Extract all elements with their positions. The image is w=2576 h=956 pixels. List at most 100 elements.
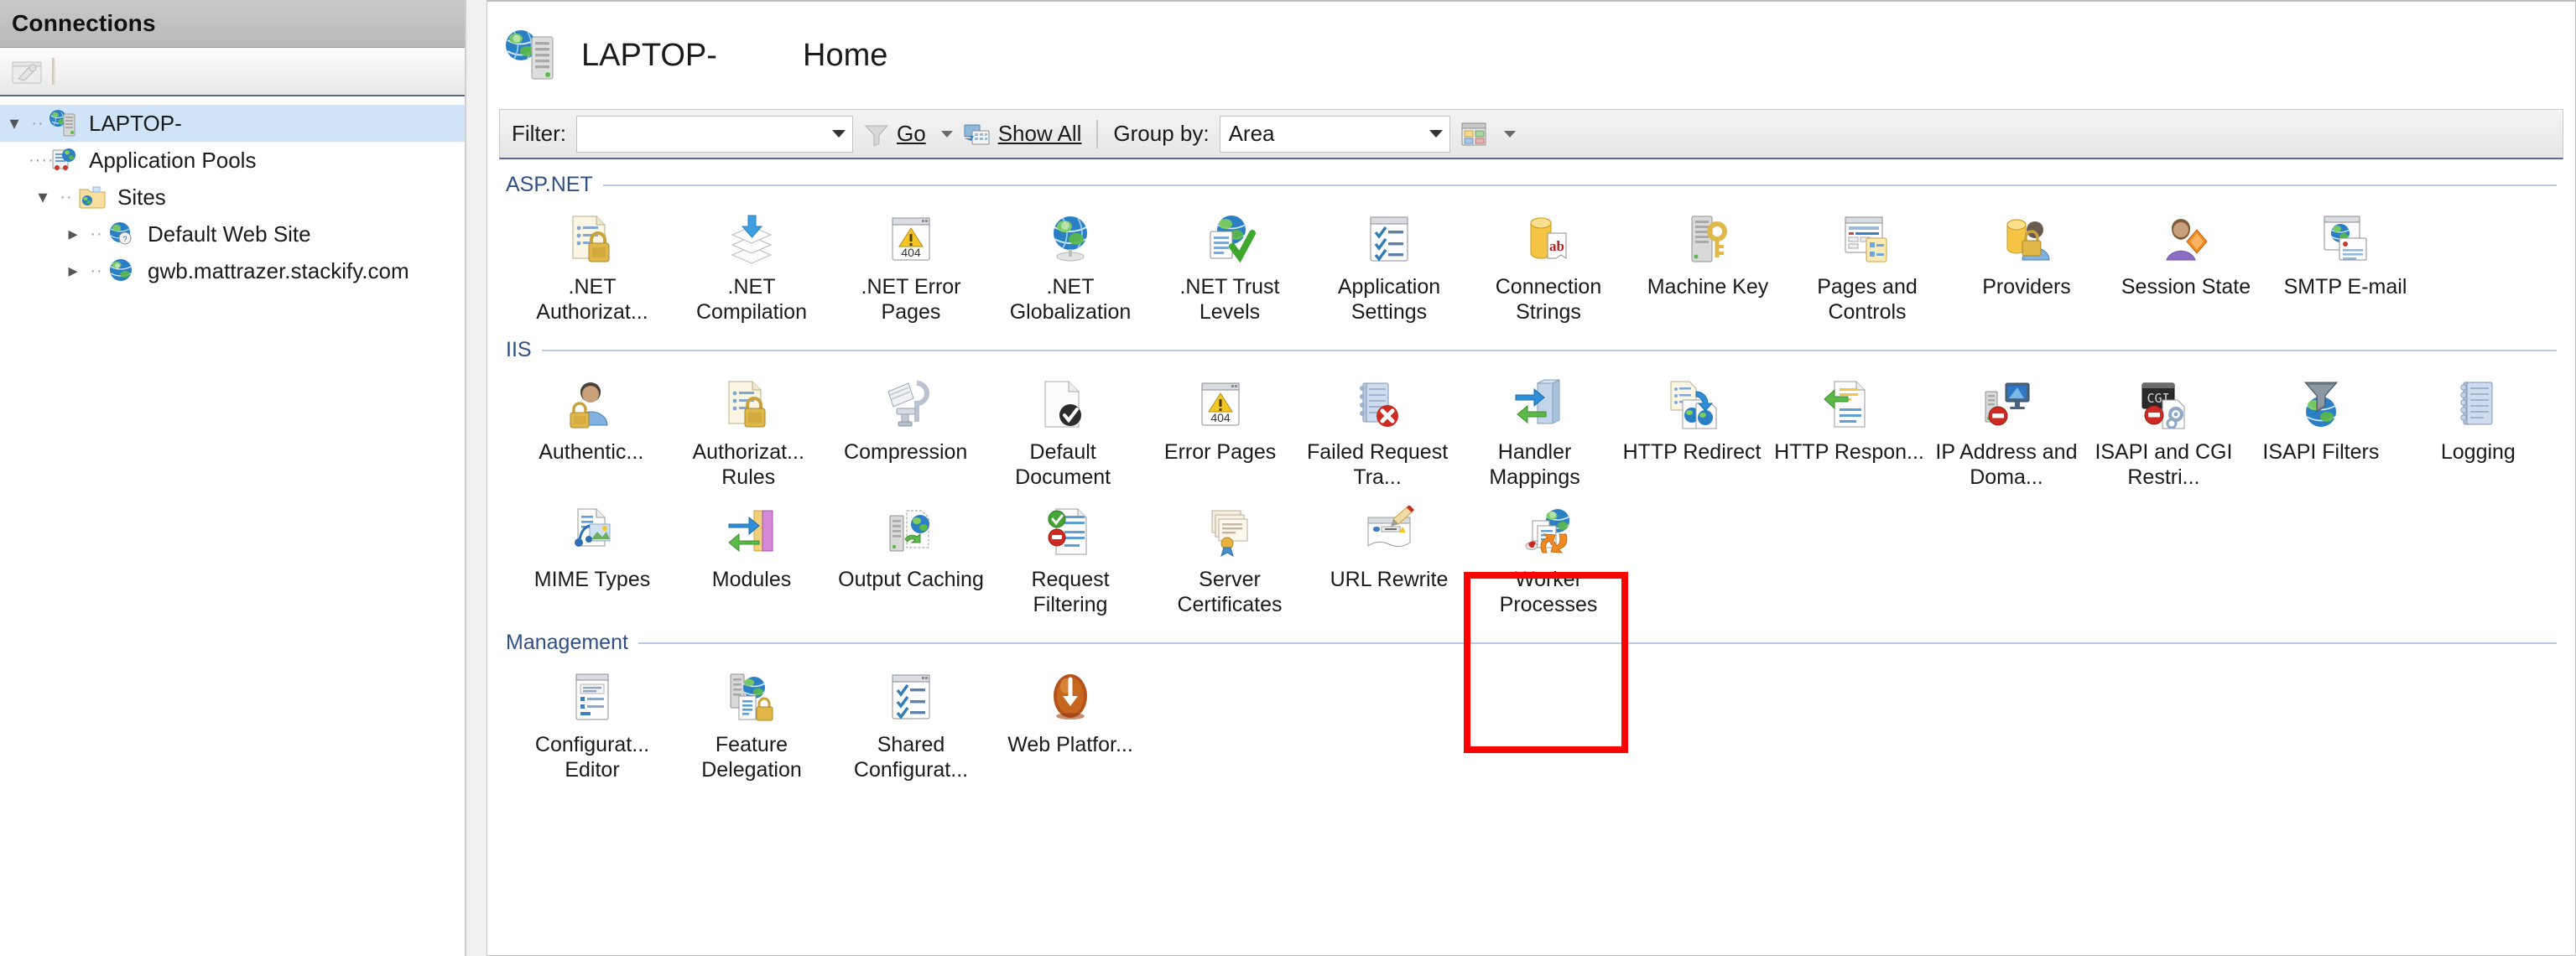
feature-ip-address-and-domain-restrictions[interactable]: IP Address and Doma... — [1928, 362, 2084, 490]
feature-label: Shared Configurat... — [853, 733, 969, 782]
feature-request-filtering[interactable]: Request Filtering — [991, 490, 1150, 617]
tree-item-application-pools[interactable]: ···· Application Pools — [0, 142, 465, 179]
application-settings-icon — [1361, 210, 1418, 268]
feature-label: .NET Compilation — [695, 275, 807, 324]
feature-error-pages[interactable]: 404 Error Pages — [1142, 362, 1298, 490]
chevron-down-icon[interactable] — [940, 130, 953, 138]
net-authorization-rules-icon — [564, 210, 621, 268]
feature-modules[interactable]: Modules — [672, 490, 831, 617]
default-document-icon — [1034, 376, 1091, 433]
feature-label: Web Platfor... — [1007, 733, 1133, 756]
go-button[interactable]: Go — [863, 121, 953, 147]
server-globe-icon — [502, 25, 563, 86]
logging-icon — [2449, 376, 2506, 433]
feature-shared-configuration[interactable]: Shared Configurat... — [831, 655, 991, 782]
feature-authorization-rules[interactable]: Authorizat... Rules — [669, 362, 826, 490]
feature-net-trust-levels[interactable]: .NET Trust Levels — [1150, 197, 1309, 325]
authorization-rules-icon — [720, 376, 777, 433]
feature-row: MIME Types Modules Output Caching Reques… — [506, 490, 2557, 617]
feature-pages-and-controls[interactable]: Pages and Controls — [1788, 197, 1947, 325]
view-mode-button[interactable] — [1460, 121, 1516, 148]
feature-web-platform-installer[interactable]: Web Platfor... — [991, 655, 1150, 782]
show-all-icon — [963, 122, 991, 147]
connections-title: Connections — [12, 10, 156, 36]
feature-label: Modules — [711, 568, 792, 591]
chevron-right-icon[interactable]: ▸ — [59, 223, 87, 245]
feature-label: ISAPI Filters — [2262, 440, 2380, 464]
show-all-label[interactable]: Show All — [998, 121, 1082, 147]
feature-label: Machine Key — [1647, 275, 1769, 299]
chevron-down-icon[interactable]: ▾ — [0, 112, 29, 134]
shared-configuration-icon — [882, 668, 939, 725]
tree-item-sites[interactable]: ▾ ·· Sites — [0, 179, 465, 216]
content-pane: LAPTOP- Home Filter: Go Show All Group b… — [487, 0, 2576, 956]
feature-feature-delegation[interactable]: Feature Delegation — [672, 655, 831, 782]
feature-http-response-headers[interactable]: HTTP Respon... — [1771, 362, 1928, 490]
feature-providers[interactable]: Providers — [1947, 197, 2106, 325]
feature-mime-types[interactable]: MIME Types — [513, 490, 672, 617]
tree-item-default-web-site[interactable]: ▸ ·· ? Default Web Site — [0, 216, 465, 252]
chevron-right-icon[interactable]: ▸ — [59, 260, 87, 282]
group-by-select[interactable]: Area — [1219, 115, 1450, 153]
net-globalization-icon — [1042, 210, 1099, 268]
feature-machine-key[interactable]: Machine Key — [1628, 197, 1788, 325]
connect-to-server-icon[interactable] — [10, 55, 44, 87]
feature-output-caching[interactable]: Output Caching — [831, 490, 991, 617]
go-label[interactable]: Go — [897, 121, 926, 147]
feature-default-document[interactable]: Default Document — [984, 362, 1141, 490]
feature-net-error-pages[interactable]: 404 .NET Error Pages — [831, 197, 991, 325]
feature-session-state[interactable]: Session State — [2106, 197, 2266, 325]
tree-dots: ·· — [31, 113, 44, 132]
feature-label: URL Rewrite — [1330, 568, 1449, 591]
feature-url-rewrite[interactable]: URL Rewrite — [1309, 490, 1469, 617]
tree-dots: ·· — [90, 224, 103, 243]
http-response-headers-icon — [1820, 376, 1877, 433]
show-all-button[interactable]: Show All — [963, 121, 1082, 147]
authentication-icon — [563, 376, 620, 433]
group-divider — [637, 642, 2557, 644]
feature-compression[interactable]: Compression — [827, 362, 984, 490]
connection-strings-icon: ab — [1520, 210, 1577, 268]
chevron-down-icon[interactable]: ▾ — [29, 186, 57, 208]
feature-failed-request-tracing[interactable]: Failed Request Tra... — [1298, 362, 1455, 490]
toolbar-separator — [52, 58, 55, 85]
feature-http-redirect[interactable]: HTTP Redirect — [1613, 362, 1770, 490]
feature-authentication[interactable]: Authentic... — [513, 362, 669, 490]
connections-tree[interactable]: ▾ ·· LAPTOP- ···· Application Pools ▾ ··… — [0, 96, 465, 289]
chevron-down-icon[interactable] — [1503, 130, 1516, 138]
group-management: Management Configurat... Editor Feature … — [506, 631, 2557, 782]
filter-input[interactable] — [576, 115, 853, 153]
feature-handler-mappings[interactable]: Handler Mappings — [1456, 362, 1613, 490]
iis-manager-window: Connections ▾ ·· LAPTOP- ···· Applicatio… — [0, 0, 2576, 956]
feature-net-compilation[interactable]: .NET Compilation — [672, 197, 831, 325]
svg-text:ab: ab — [1549, 238, 1564, 254]
chevron-down-icon[interactable] — [1429, 130, 1443, 138]
feature-application-settings[interactable]: Application Settings — [1309, 197, 1469, 325]
feature-label: Application Settings — [1337, 275, 1441, 324]
feature-net-globalization[interactable]: .NET Globalization — [991, 197, 1150, 325]
tree-item-server[interactable]: ▾ ·· LAPTOP- — [0, 105, 465, 142]
group-by-value[interactable]: Area — [1229, 121, 1275, 147]
web-platform-installer-icon — [1042, 668, 1099, 725]
svg-text:404: 404 — [901, 246, 921, 259]
feature-isapi-and-cgi-restrictions[interactable]: CGI ISAPI and CGI Restri... — [2085, 362, 2242, 490]
tree-item-gwb-site[interactable]: ▸ ·· gwb.mattrazer.stackify.com — [0, 252, 465, 289]
feature-isapi-filters[interactable]: ISAPI Filters — [2242, 362, 2399, 490]
feature-logging[interactable]: Logging — [2400, 362, 2557, 490]
feature-net-authorization-rules[interactable]: .NET Authorizat... — [513, 197, 672, 325]
chevron-down-icon[interactable] — [832, 130, 846, 138]
sites-folder-icon — [75, 182, 109, 212]
feature-server-certificates[interactable]: Server Certificates — [1150, 490, 1309, 617]
feature-label: Worker Processes — [1499, 568, 1598, 616]
feature-worker-processes[interactable]: Worker Processes — [1469, 490, 1628, 617]
feature-configuration-editor[interactable]: Configurat... Editor — [513, 655, 672, 782]
tree-item-label: Default Web Site — [148, 221, 311, 247]
machine-key-icon — [1679, 210, 1736, 268]
failed-request-tracing-icon — [1349, 376, 1406, 433]
feature-row: Authentic... Authorizat... Rules Compres… — [506, 362, 2557, 490]
feature-label: Error Pages — [1163, 440, 1277, 464]
filter-label: Filter: — [512, 121, 566, 146]
feature-label: Authentic... — [539, 440, 644, 464]
feature-smtp-email[interactable]: SMTP E-mail — [2266, 197, 2425, 325]
feature-connection-strings[interactable]: ab Connection Strings — [1469, 197, 1628, 325]
